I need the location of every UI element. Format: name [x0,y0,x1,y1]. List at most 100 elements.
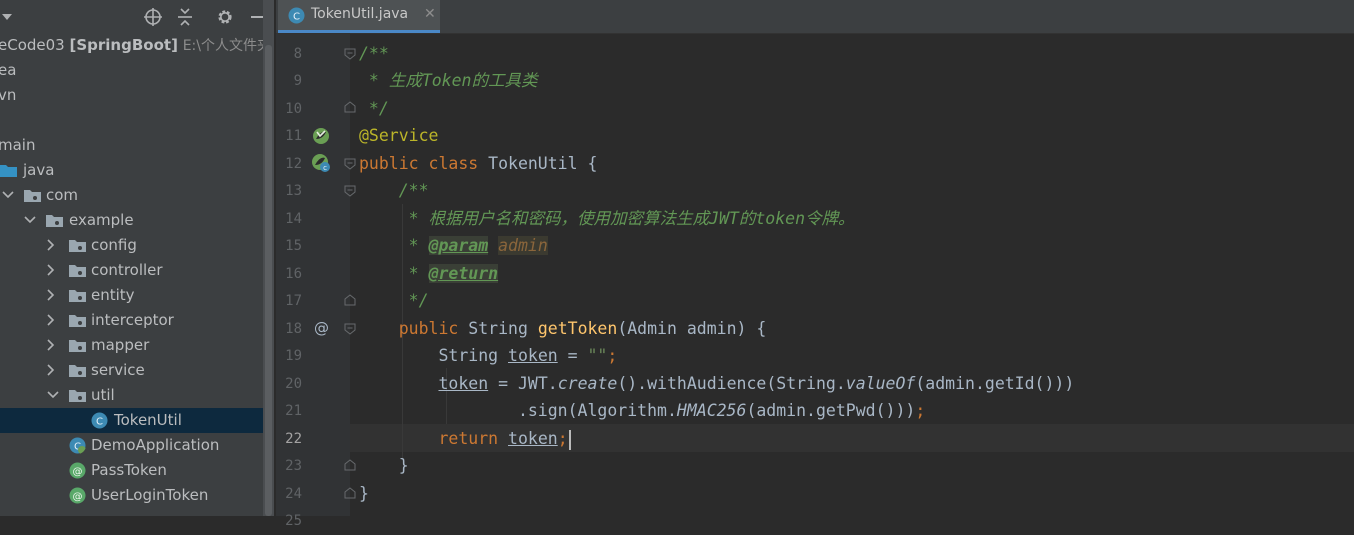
fold-end-icon[interactable] [344,101,356,113]
collapse-all-icon[interactable] [175,0,195,33]
tree-item-tokenutil[interactable]: C TokenUtil [0,408,263,433]
class-icon: C [91,412,108,429]
project-panel: eCode03 [SpringBoot] E:\个人文件夹\ ea vn mai… [0,0,263,516]
line-number: 11 [285,128,302,144]
spring-bean-icon[interactable] [311,126,331,146]
chevron-right-icon[interactable] [45,283,59,308]
tree-item-mvn[interactable]: vn [0,83,263,108]
annotation-icon: @ [69,487,86,504]
code-line-8[interactable]: /** [359,40,389,68]
spring-boot-class-icon: C [69,437,86,454]
line-number: 16 [285,266,302,282]
code-line-15[interactable]: * @param admin [359,232,548,260]
code-line-10[interactable]: */ [359,95,389,123]
package-folder-icon [69,290,86,302]
tree-item-mapper[interactable]: mapper [0,333,263,358]
line-number: 17 [285,293,302,309]
tree-item-userlogintoken[interactable]: @ UserLoginToken [0,483,263,508]
tree-item-main[interactable]: main [0,133,263,158]
svg-text:@: @ [73,492,83,503]
code-line-22[interactable]: return token; [359,425,571,453]
line-number: 24 [285,486,302,502]
fold-start-icon[interactable] [344,48,356,60]
tree-item-passtoken[interactable]: @ PassToken [0,458,263,483]
chevron-down-icon[interactable] [0,183,14,208]
line-number: 23 [285,458,302,474]
package-folder-icon [24,190,41,202]
tree-item-util[interactable]: util [0,383,263,408]
fold-start-icon[interactable] [344,323,356,335]
project-scrollbar[interactable] [263,0,274,516]
code-line-9[interactable]: * 生成Token的工具类 [359,67,538,95]
tab-tokenutil-java[interactable]: C TokenUtil.java ✕ [278,0,440,33]
chevron-right-icon[interactable] [45,308,59,333]
line-number: 19 [285,348,302,364]
tree-item-service[interactable]: service [0,358,263,383]
code-line-17[interactable]: */ [359,287,429,315]
gear-icon[interactable] [215,0,235,33]
code-line-13[interactable]: /** [359,177,429,205]
tree-item-com[interactable]: com [0,183,263,208]
code-line-19[interactable]: String token = ""; [359,342,617,370]
chevron-right-icon[interactable] [45,233,59,258]
tab-label: TokenUtil.java [311,6,409,22]
fold-end-icon[interactable] [344,487,356,499]
annotation-icon: @ [69,462,86,479]
svg-text:C: C [293,12,300,23]
fold-start-icon[interactable] [344,158,356,170]
chevron-down-icon[interactable] [22,208,36,233]
package-folder-icon [69,365,86,377]
tree-item-interceptor[interactable]: interceptor [0,308,263,333]
chevron-right-icon[interactable] [45,258,59,283]
tree-item-idea[interactable]: ea [0,58,263,83]
code-line-21[interactable]: .sign(Algorithm.HMAC256(admin.getPwd()))… [359,397,925,425]
code-line-11[interactable]: @Service [359,122,438,150]
code-line-14[interactable]: * 根据用户名和密码，使用加密算法生成JWT的token令牌。 [359,205,855,233]
chevron-right-icon[interactable] [45,358,59,383]
line-number: 8 [293,46,302,62]
code-line-24[interactable]: } [359,480,369,508]
svg-text:@: @ [314,319,329,337]
chevron-right-icon[interactable] [45,333,59,358]
package-folder-icon [46,215,63,227]
tree-root-module: [SpringBoot] [69,36,178,54]
close-icon[interactable]: ✕ [424,6,436,22]
tree-item-entity[interactable]: entity [0,283,263,308]
fold-start-icon[interactable] [344,185,356,197]
override-marker-icon[interactable]: @ [311,318,331,338]
chevron-down-icon[interactable] [0,0,14,33]
code-line-16[interactable]: * @return [359,260,499,288]
project-scrollbar-thumb[interactable] [265,45,272,516]
chevron-down-icon[interactable] [45,383,59,408]
tree-item-java[interactable]: java [0,158,263,183]
fold-end-icon[interactable] [344,294,356,306]
class-icon: C [288,7,305,24]
svg-text:c: c [323,164,327,172]
line-number: 9 [293,73,302,89]
text-caret [568,429,571,450]
package-folder-icon [69,240,86,252]
minimize-icon[interactable] [249,0,263,33]
tree-item-example[interactable]: example [0,208,263,233]
line-number: 18 [285,321,302,337]
code-line-20[interactable]: token = JWT.create().withAudience(String… [359,370,1074,398]
package-folder-icon [69,265,86,277]
package-folder-icon [69,390,86,402]
tree-root[interactable]: eCode03 [SpringBoot] E:\个人文件夹\ [0,33,263,58]
code-line-23[interactable]: } [359,452,409,480]
fold-end-icon[interactable] [344,459,356,471]
svg-text:@: @ [73,467,83,478]
code-line-18[interactable]: public String getToken(Admin admin) { [359,315,767,343]
spring-bean-class-icon[interactable]: c [311,153,331,173]
tree-root-name: eCode03 [0,36,65,54]
line-number-current: 22 [285,431,302,447]
tree-item-config[interactable]: config [0,233,263,258]
tree-item-controller[interactable]: controller [0,258,263,283]
line-number: 15 [285,238,302,254]
crosshair-icon[interactable] [143,0,163,33]
line-number: 12 [285,156,302,172]
tree-item-demoapplication[interactable]: C DemoApplication [0,433,263,458]
line-number: 13 [285,183,302,199]
editor-tab-bar: C TokenUtil.java ✕ [276,0,1354,34]
code-line-12[interactable]: public class TokenUtil { [359,150,597,178]
